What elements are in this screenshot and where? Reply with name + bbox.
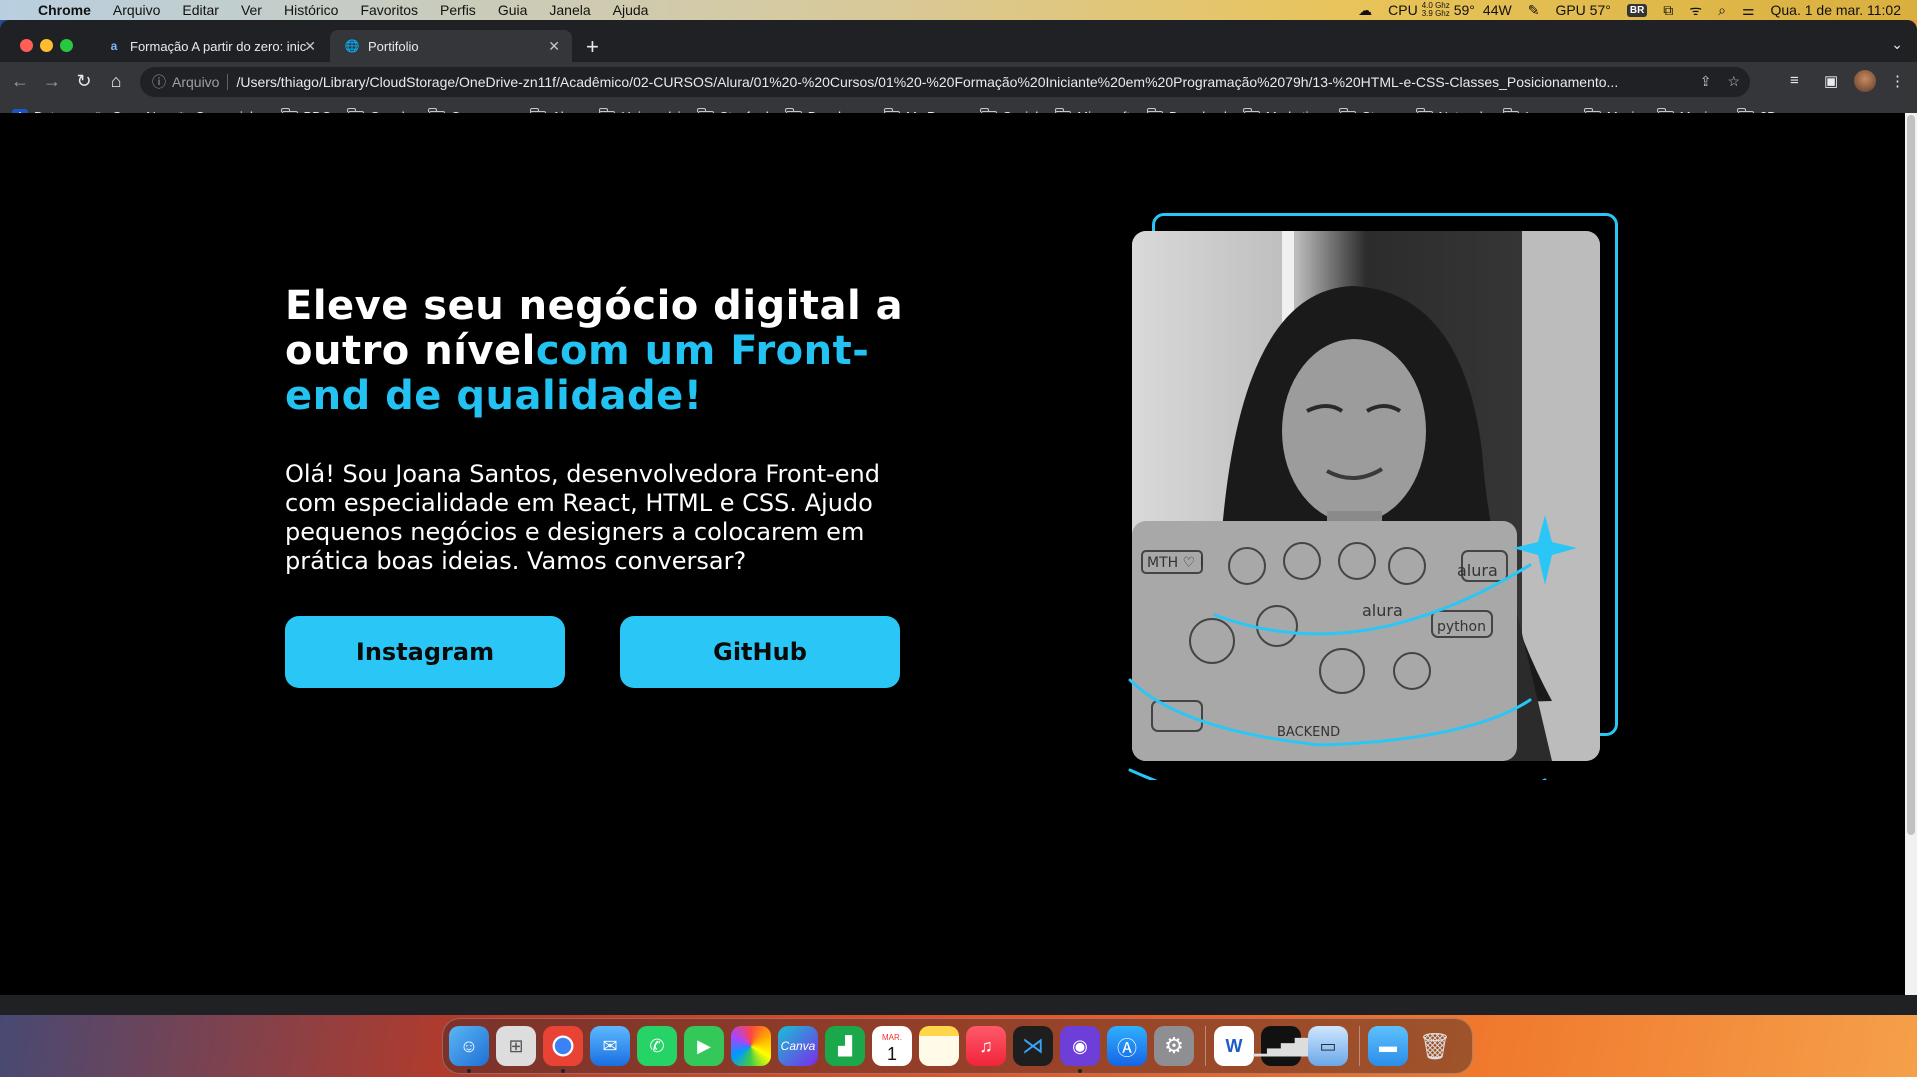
launchpad-icon[interactable]: ⊞	[496, 1026, 536, 1066]
bookmark-star-icon[interactable]: ☆	[1727, 73, 1740, 90]
trash-icon[interactable]: 🗑	[1415, 1026, 1455, 1066]
finder-icon[interactable]: ☺	[449, 1026, 489, 1073]
reload-button[interactable]: ↻	[72, 71, 96, 92]
running-indicator	[561, 1069, 565, 1073]
orbit-line-3	[1128, 768, 1547, 780]
orbit-decoration	[1128, 515, 1577, 780]
close-tab-icon[interactable]: ✕	[304, 38, 316, 55]
side-panel-icon[interactable]: ▣	[1824, 72, 1838, 90]
page-scrollbar[interactable]	[1905, 113, 1917, 995]
wifi-icon[interactable]: ᯤ	[1689, 1, 1702, 20]
menu-historico[interactable]: Histórico	[284, 0, 338, 20]
app-store-icon[interactable]: Ⓐ	[1107, 1026, 1147, 1066]
address-bar[interactable]: ⓘ Arquivo /Users/thiago/Library/CloudSto…	[140, 67, 1750, 97]
chevron-down-icon[interactable]: ⌄	[1891, 36, 1903, 53]
control-center-icon[interactable]: ⚌	[1742, 2, 1755, 19]
close-tab-icon[interactable]: ✕	[548, 38, 560, 55]
reading-list-icon[interactable]: ≡	[1790, 72, 1799, 89]
alura-favicon-icon: a	[110, 39, 118, 53]
dock-separator	[1359, 1026, 1360, 1066]
music-icon[interactable]: ♫	[966, 1026, 1006, 1066]
search-icon[interactable]: ⌕	[1718, 2, 1726, 19]
calendar-icon[interactable]: MAR. 1	[872, 1026, 912, 1066]
url-text[interactable]: /Users/thiago/Library/CloudStorage/OneDr…	[236, 74, 1618, 90]
keyboard-layout-badge[interactable]: BR	[1626, 3, 1648, 17]
minimize-window-button[interactable]	[40, 39, 53, 52]
menu-app-name[interactable]: Chrome	[38, 0, 91, 20]
cloud-status-icon[interactable]: ☁	[1358, 2, 1372, 19]
photos-icon[interactable]	[731, 1026, 771, 1066]
running-indicator	[1078, 1069, 1082, 1073]
menu-arquivo[interactable]: Arquivo	[113, 0, 160, 20]
scrollbar-thumb[interactable]	[1907, 115, 1915, 835]
back-button[interactable]: ←	[8, 71, 32, 92]
system-settings-icon[interactable]: ⚙	[1154, 1026, 1194, 1066]
menu-perfis[interactable]: Perfis	[440, 0, 476, 20]
clock[interactable]: Qua. 1 de mar. 11:02	[1771, 2, 1902, 18]
orbit-line-2	[1128, 678, 1532, 747]
info-icon[interactable]: ⓘ	[152, 72, 166, 92]
menu-janela[interactable]: Janela	[549, 0, 590, 20]
gpu-label: GPU	[1555, 2, 1586, 18]
power-draw: 44W	[1482, 2, 1512, 18]
activity-monitor-icon[interactable]: ▁▃▅▇	[1253, 1026, 1309, 1066]
mail-icon[interactable]: ✉	[590, 1026, 630, 1066]
downloads-folder-icon[interactable]: ▬	[1368, 1026, 1408, 1066]
menu-ajuda[interactable]: Ajuda	[613, 0, 649, 20]
tab-bar: a Formação A partir do zero: inic ✕ 🌐 Po…	[0, 20, 1917, 62]
toolbar: ← → ↻ ⌂ ⓘ Arquivo /Users/thiago/Library/…	[0, 62, 1917, 102]
forward-button[interactable]: →	[40, 71, 64, 92]
menu-favoritos[interactable]: Favoritos	[360, 0, 418, 20]
instagram-button[interactable]: Instagram	[285, 616, 565, 688]
tab-title: Portifolio	[368, 38, 419, 54]
close-window-button[interactable]	[20, 39, 33, 52]
numbers-icon[interactable]: ▟	[825, 1026, 865, 1066]
profile-avatar[interactable]	[1854, 70, 1876, 92]
menu-guia[interactable]: Guia	[498, 0, 528, 20]
dock-separator	[1205, 1026, 1206, 1066]
hero-headline: Eleve seu negócio digital a outro nívelc…	[285, 284, 905, 419]
menu-editar[interactable]: Editar	[182, 0, 219, 20]
sparkle-star-icon	[1513, 515, 1577, 585]
new-tab-button[interactable]: +	[586, 34, 599, 60]
zoom-window-button[interactable]	[60, 39, 73, 52]
cpu-freq-bottom: 3.9 Ghz	[1421, 9, 1450, 18]
facetime-icon[interactable]: ▶	[684, 1026, 724, 1066]
feather-icon[interactable]: ✎	[1528, 2, 1540, 19]
running-indicator	[467, 1069, 471, 1073]
cpu-label: CPU	[1388, 2, 1418, 18]
calendar-day: 1	[886, 1044, 897, 1064]
scheme-label: Arquivo	[172, 74, 229, 90]
whatsapp-icon[interactable]: ✆	[637, 1026, 677, 1066]
gpu-temp: 57°	[1589, 2, 1611, 18]
preview-icon[interactable]: ▭	[1308, 1026, 1348, 1066]
github-button[interactable]: GitHub	[620, 616, 900, 688]
dock: ☺ ⊞ ✉ ✆ ▶ Canva ▟ MAR. 1 ♫ ⋊ ◉ Ⓐ ⚙ W ▁▃▅▇…	[442, 1018, 1473, 1074]
github-desktop-icon[interactable]: ◉	[1060, 1026, 1100, 1073]
menu-ver[interactable]: Ver	[241, 0, 262, 20]
notes-icon[interactable]	[919, 1026, 959, 1066]
vscode-icon[interactable]: ⋊	[1013, 1026, 1053, 1066]
word-icon[interactable]: W	[1214, 1026, 1254, 1066]
tab-title: Formação A partir do zero: inic	[130, 38, 307, 54]
share-icon[interactable]: ⇪	[1700, 73, 1712, 90]
globe-icon: 🌐	[344, 39, 360, 53]
orbit-line-1	[1213, 563, 1532, 636]
window-icon[interactable]: ⧉	[1663, 2, 1673, 19]
hero-bio: Olá! Sou Joana Santos, desenvolvedora Fr…	[285, 460, 880, 575]
menu-bar: Chrome Arquivo Editar Ver Histórico Favo…	[0, 0, 1917, 20]
canva-icon[interactable]: Canva	[778, 1026, 818, 1066]
cpu-temp: 59°	[1453, 2, 1475, 18]
menu-kebab-icon[interactable]: ⋮	[1890, 72, 1905, 90]
tab-alura[interactable]: a Formação A partir do zero: inic ✕	[92, 30, 328, 62]
home-button[interactable]: ⌂	[104, 71, 128, 92]
chrome-icon[interactable]	[543, 1026, 583, 1073]
tab-portifolio[interactable]: 🌐 Portifolio ✕	[330, 30, 572, 62]
